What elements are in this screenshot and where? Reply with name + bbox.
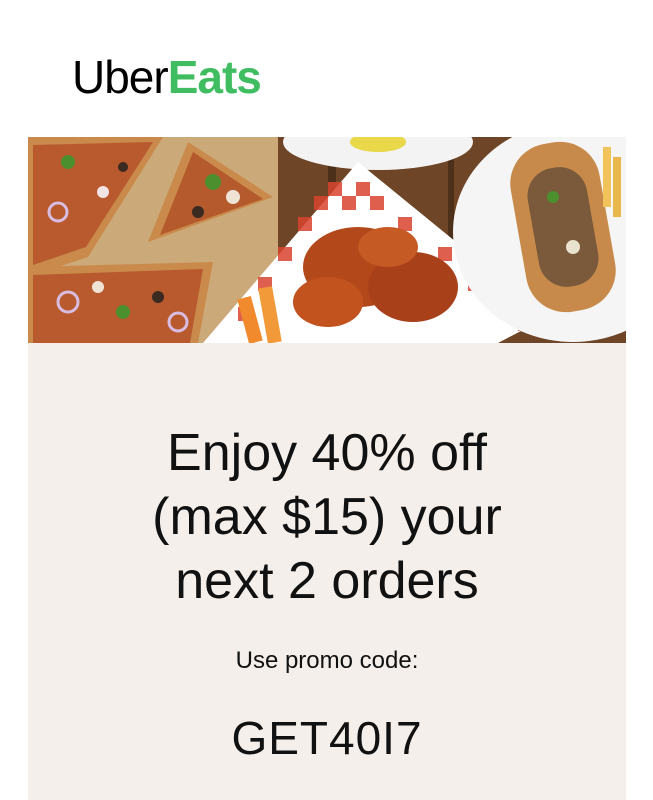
uber-eats-logo[interactable]: UberEats xyxy=(72,51,262,103)
logo-uber-text: Uber xyxy=(72,51,169,103)
food-photo-illustration xyxy=(28,137,626,343)
headline-line-1: Enjoy 40% off xyxy=(167,424,487,482)
hero-food-image[interactable] xyxy=(28,137,626,343)
promo-panel: Enjoy 40% off (max $15) your next 2 orde… xyxy=(28,343,626,800)
logo-eats-text: Eats xyxy=(167,51,262,103)
headline-line-3: next 2 orders xyxy=(175,552,479,610)
promo-code: GET40I7 xyxy=(231,712,423,764)
promo-code-label: Use promo code: xyxy=(235,647,419,674)
headline-line-2: (max $15) your xyxy=(152,488,502,546)
promo-headline: Enjoy 40% off (max $15) your next 2 orde… xyxy=(28,421,626,613)
email-page: UberEats Enjoy 40% off (max $15) your ne… xyxy=(0,0,653,800)
